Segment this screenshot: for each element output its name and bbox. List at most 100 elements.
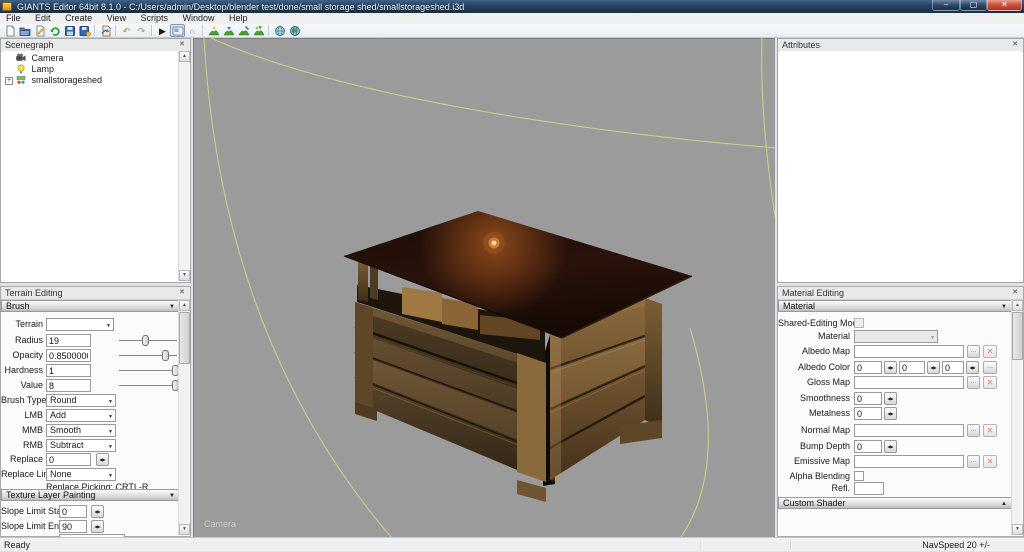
normal-map-browse-button[interactable]: ... xyxy=(967,424,980,437)
gloss-map-input[interactable] xyxy=(854,376,964,389)
scenegraph-scrollbar[interactable]: ▲ ▼ xyxy=(178,51,189,281)
value-slider[interactable] xyxy=(119,379,177,392)
edit-file-button[interactable] xyxy=(32,24,47,37)
import-button[interactable] xyxy=(98,24,113,37)
terrain-dropdown[interactable]: ▼ xyxy=(46,318,114,331)
scroll-up-arrow[interactable]: ▲ xyxy=(1012,300,1023,311)
material-scrollbar[interactable]: ▲ ▼ xyxy=(1011,300,1022,535)
maximize-button[interactable]: ▢ xyxy=(960,0,987,11)
menu-view[interactable]: View xyxy=(101,13,132,24)
albedo-color-r-spinner[interactable]: ◀▶ xyxy=(884,361,897,374)
open-file-button[interactable] xyxy=(17,24,32,37)
brush-type-dropdown[interactable]: Round▼ xyxy=(46,394,116,407)
terrain-scrollbar[interactable]: ▲ ▼ xyxy=(178,300,189,535)
terrain-raise-button[interactable] xyxy=(206,24,221,37)
scroll-up-arrow[interactable]: ▲ xyxy=(179,300,190,311)
mmb-dropdown[interactable]: Smooth▼ xyxy=(46,424,116,437)
scroll-thumb[interactable] xyxy=(179,312,190,364)
replace-limit-dropdown[interactable]: None▼ xyxy=(46,468,116,481)
emissive-map-input[interactable] xyxy=(854,455,964,468)
opacity-slider[interactable] xyxy=(119,349,177,362)
menu-file[interactable]: File xyxy=(0,13,27,24)
texture-layer-painting-header[interactable]: Texture Layer Painting ▼ xyxy=(1,489,180,501)
slope-limit-start-input[interactable] xyxy=(59,505,87,518)
snap-toggle[interactable]: ∩ xyxy=(185,24,200,37)
lmb-dropdown[interactable]: Add▼ xyxy=(46,409,116,422)
normal-map-clear-button[interactable]: ✕ xyxy=(983,424,997,437)
new-file-button[interactable] xyxy=(2,24,17,37)
albedo-map-input[interactable] xyxy=(854,345,964,358)
scroll-down-arrow[interactable]: ▼ xyxy=(179,524,190,535)
tree-item-smallstorageshed[interactable]: smallstorageshed xyxy=(16,75,102,86)
albedo-color-picker-button[interactable]: ... xyxy=(983,361,997,374)
attributes-close-button[interactable]: ✕ xyxy=(1010,40,1020,50)
opacity-input[interactable] xyxy=(46,349,91,362)
albedo-color-b-input[interactable] xyxy=(942,361,964,374)
play-button[interactable]: ▶ xyxy=(155,24,170,37)
terrain-paint-button[interactable] xyxy=(236,24,251,37)
scenegraph-close-button[interactable]: ✕ xyxy=(177,40,187,50)
shared-editing-mode-checkbox[interactable] xyxy=(854,318,864,328)
slope-start-spinner[interactable]: ◀▶ xyxy=(91,505,104,518)
value-input[interactable] xyxy=(46,379,91,392)
show-textures-toggle[interactable] xyxy=(170,24,185,37)
bump-depth-input[interactable] xyxy=(854,440,882,453)
viewport-canvas[interactable] xyxy=(193,38,775,537)
albedo-map-browse-button[interactable]: ... xyxy=(967,345,980,358)
slope-limit-end-input[interactable] xyxy=(59,520,87,533)
material-close-button[interactable]: ✕ xyxy=(1010,288,1020,298)
gloss-map-clear-button[interactable]: ✕ xyxy=(983,376,997,389)
custom-shader-header[interactable]: Custom Shader ▲ xyxy=(778,497,1012,509)
hardness-slider[interactable] xyxy=(119,364,177,377)
minimize-button[interactable]: – xyxy=(932,0,960,11)
foliage-paint-button[interactable] xyxy=(251,24,266,37)
scroll-down-arrow[interactable]: ▼ xyxy=(1012,524,1023,535)
scroll-down-arrow[interactable]: ▼ xyxy=(179,270,190,281)
save-button[interactable] xyxy=(62,24,77,37)
replace-spinner[interactable]: ◀▶ xyxy=(96,453,109,466)
terrain-lower-button[interactable] xyxy=(221,24,236,37)
albedo-color-g-input[interactable] xyxy=(899,361,925,374)
albedo-color-r-input[interactable] xyxy=(854,361,882,374)
brush-section-header[interactable]: Brush ▼ xyxy=(1,300,180,312)
emissive-map-browse-button[interactable]: ... xyxy=(967,455,980,468)
smoothness-input[interactable] xyxy=(854,392,882,405)
albedo-map-clear-button[interactable]: ✕ xyxy=(983,345,997,358)
replace-input[interactable] xyxy=(46,453,91,466)
rmb-dropdown[interactable]: Subtract▼ xyxy=(46,439,116,452)
menu-create[interactable]: Create xyxy=(59,13,98,24)
viewport-3d[interactable]: Camera xyxy=(193,38,775,537)
tree-item-lamp[interactable]: Lamp xyxy=(16,64,54,75)
menu-help[interactable]: Help xyxy=(223,13,254,24)
refl-input[interactable] xyxy=(854,482,884,495)
smoothness-spinner[interactable]: ◀▶ xyxy=(884,392,897,405)
gloss-map-browse-button[interactable]: ... xyxy=(967,376,980,389)
save-as-button[interactable] xyxy=(77,24,92,37)
material-dropdown[interactable]: ▼ xyxy=(854,330,938,343)
scroll-thumb[interactable] xyxy=(1012,312,1023,360)
radius-slider[interactable] xyxy=(119,334,177,347)
material-section-header[interactable]: Material ▼ xyxy=(778,300,1012,312)
alpha-blending-checkbox[interactable] xyxy=(854,471,864,481)
menu-window[interactable]: Window xyxy=(177,13,221,24)
tree-item-camera[interactable]: Camera xyxy=(16,53,64,64)
normal-map-input[interactable] xyxy=(854,424,964,437)
albedo-color-g-spinner[interactable]: ◀▶ xyxy=(927,361,940,374)
metalness-input[interactable] xyxy=(854,407,882,420)
albedo-color-b-spinner[interactable]: ◀▶ xyxy=(966,361,979,374)
radius-input[interactable] xyxy=(46,334,91,347)
metalness-spinner[interactable]: ◀▶ xyxy=(884,407,897,420)
refresh-button[interactable] xyxy=(47,24,62,37)
bump-depth-spinner[interactable]: ◀▶ xyxy=(884,440,897,453)
emissive-map-clear-button[interactable]: ✕ xyxy=(983,455,997,468)
scroll-up-arrow[interactable]: ▲ xyxy=(179,51,190,62)
menu-scripts[interactable]: Scripts xyxy=(134,13,174,24)
terrain-close-button[interactable]: ✕ xyxy=(177,288,187,298)
tree-expand-toggle[interactable]: + xyxy=(5,77,13,85)
redo-button[interactable]: ↷ xyxy=(134,24,149,37)
world-button[interactable] xyxy=(272,24,287,37)
undo-button[interactable]: ↶ xyxy=(119,24,134,37)
slope-end-spinner[interactable]: ◀▶ xyxy=(91,520,104,533)
world-settings-button[interactable] xyxy=(287,24,302,37)
menu-edit[interactable]: Edit xyxy=(29,13,57,24)
